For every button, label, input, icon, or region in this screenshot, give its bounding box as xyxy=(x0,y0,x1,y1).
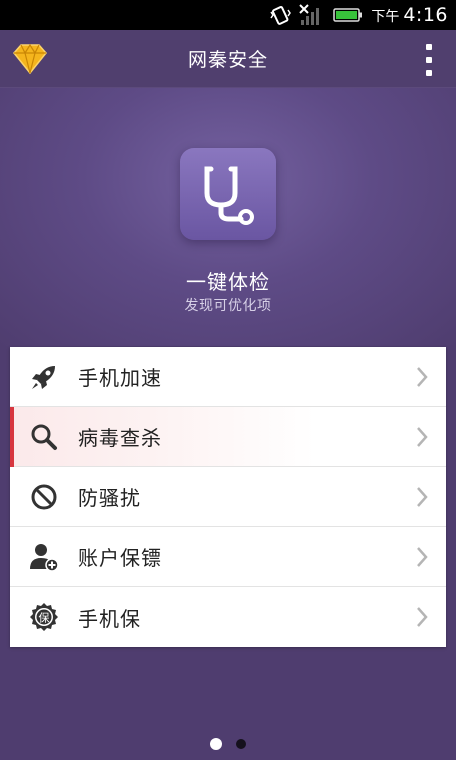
app-title: 网秦安全 xyxy=(187,49,268,71)
chevron-right-icon xyxy=(398,347,446,407)
user-shield-icon xyxy=(10,527,78,587)
page-dot-current[interactable] xyxy=(210,738,222,750)
menu-item-label: 账户保镖 xyxy=(78,546,162,570)
page-dot[interactable] xyxy=(236,739,246,749)
chevron-right-icon xyxy=(398,467,446,527)
chevron-right-icon xyxy=(398,587,446,647)
chevron-right-icon xyxy=(398,527,446,587)
menu-item-label: 手机保 xyxy=(78,606,141,631)
magnifier-icon xyxy=(10,407,78,467)
menu-item-label: 防骚扰 xyxy=(78,486,141,510)
feature-list: 手机加速 病毒查杀 防骚扰 账户保镖 保 手机保 xyxy=(10,347,446,647)
app-bar: 网秦安全 xyxy=(0,30,456,88)
status-clock: 下午 4:16 xyxy=(371,4,448,26)
checkup-title[interactable]: 一键体检 xyxy=(0,266,456,295)
menu-item-phone-boost[interactable]: 手机加速 xyxy=(10,347,446,407)
page-indicator xyxy=(0,737,456,751)
menu-item-account-guard[interactable]: 账户保镖 xyxy=(10,527,446,587)
chevron-right-icon xyxy=(398,407,446,467)
menu-item-label: 手机加速 xyxy=(78,366,162,390)
stethoscope-icon xyxy=(204,166,254,225)
clock-time: 4:16 xyxy=(403,4,448,26)
vibrate-icon xyxy=(269,5,292,25)
block-icon xyxy=(10,467,78,527)
hero-section: 一键体检 发现可优化项 xyxy=(0,88,456,346)
bao-badge-icon: 保 xyxy=(10,587,78,647)
rocket-icon xyxy=(10,347,78,407)
menu-item-anti-harassment[interactable]: 防骚扰 xyxy=(10,467,446,527)
menu-item-virus-scan[interactable]: 病毒查杀 xyxy=(10,407,446,467)
one-click-checkup-button[interactable] xyxy=(180,148,276,240)
battery-icon xyxy=(333,7,363,23)
status-bar: 下午 4:16 xyxy=(0,0,456,30)
no-signal-icon xyxy=(299,4,325,26)
diamond-icon[interactable] xyxy=(10,41,50,77)
checkup-subtitle: 发现可优化项 xyxy=(184,298,272,314)
clock-ampm: 下午 xyxy=(371,9,400,25)
menu-item-label: 病毒查杀 xyxy=(78,426,162,450)
menu-item-phone-protection[interactable]: 保 手机保 xyxy=(10,587,446,647)
overflow-menu-icon[interactable] xyxy=(422,44,436,76)
svg-text:保: 保 xyxy=(39,611,50,625)
